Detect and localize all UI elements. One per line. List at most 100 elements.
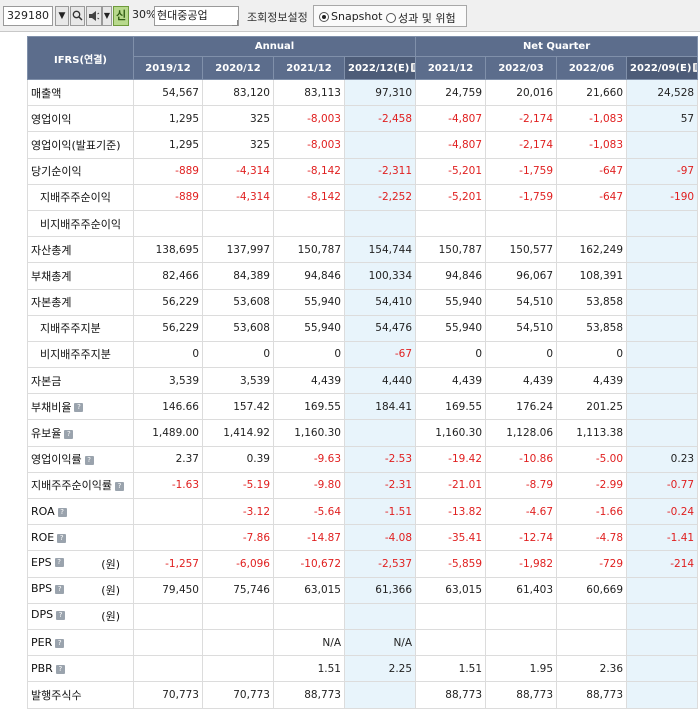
row-label-text: DPS [31, 608, 54, 622]
speaker-button[interactable] [86, 6, 102, 26]
row-label-text: PBR [31, 662, 53, 676]
table-cell: -2,458 [343, 105, 417, 133]
table-cell: 176.24 [485, 393, 558, 421]
annual-group-header: Annual [132, 36, 417, 57]
table-cell: -5,859 [415, 550, 487, 578]
row-label: 지배주주순이익률? [27, 471, 134, 500]
margin-percent: 30% [132, 8, 157, 21]
row-label-text: 매출액 [31, 86, 62, 100]
estimate-info-icon[interactable]: ▤ [693, 63, 697, 72]
table-cell [626, 314, 699, 342]
row-label: PBR? [27, 655, 134, 683]
radio-performance-risk[interactable]: 성과 및 위험 [386, 10, 456, 26]
row-label-text: 유보율 [31, 427, 62, 441]
table-row: 비지배주주지분 0 0 0 -67 0 0 0 [27, 340, 699, 369]
table-cell: 1.51 [415, 655, 487, 683]
column-header-label: 2020/12 [215, 62, 261, 74]
radio-snapshot[interactable]: Snapshot [319, 10, 382, 23]
table-cell: 0 [556, 340, 628, 369]
row-label: 자본총계 [27, 288, 134, 316]
table-cell: 53,608 [202, 288, 274, 316]
table-cell: 3,539 [133, 367, 203, 395]
table-cell: 88,773 [556, 681, 628, 709]
table-cell [343, 602, 417, 630]
new-listing-button[interactable]: 신 [113, 6, 129, 26]
table-cell: 56,229 [133, 288, 203, 316]
table-cell: 94,846 [415, 262, 487, 290]
table-cell: 325 [202, 131, 274, 159]
table-cell: 75,746 [202, 576, 274, 604]
table-cell [556, 602, 628, 630]
table-cell: 94,846 [273, 262, 345, 290]
table-cell: 53,858 [556, 314, 628, 342]
table-cell: 0 [415, 340, 487, 369]
query-settings-label[interactable]: 조회정보설정 [247, 9, 308, 25]
company-name-field[interactable]: 현대중공업 [154, 6, 239, 26]
row-label: DPS? (원) [27, 602, 134, 630]
table-cell [626, 602, 699, 630]
info-icon[interactable]: ? [57, 533, 67, 543]
table-cell: 1.95 [485, 655, 558, 683]
row-label-text: PER [31, 636, 53, 650]
table-cell: -8,003 [273, 105, 345, 133]
table-cell: -2,252 [343, 183, 417, 211]
table-cell: -0.77 [626, 471, 699, 500]
table-cell [556, 209, 628, 238]
table-cell [626, 262, 699, 290]
info-icon[interactable]: ? [74, 403, 84, 413]
search-button[interactable] [70, 6, 85, 26]
table-cell: -12.74 [485, 524, 558, 552]
stock-code-input[interactable]: 329180 [3, 6, 53, 26]
quarter-group-header: Net Quarter [415, 36, 699, 57]
row-label-text: 영업이익 [31, 112, 72, 126]
row-label-text: EPS [31, 555, 52, 569]
table-cell: 82,466 [133, 262, 203, 290]
info-icon[interactable]: ? [84, 455, 94, 465]
row-label: 부채총계 [27, 262, 134, 290]
info-icon[interactable]: ? [55, 638, 65, 648]
row-label: 자본금 [27, 367, 134, 395]
info-icon[interactable]: ? [54, 558, 64, 568]
table-cell: -1,982 [485, 550, 558, 578]
table-row: BPS? (원) 79,450 75,746 63,015 61,366 63,015 61,… [27, 576, 699, 604]
table-cell: -5,201 [415, 183, 487, 211]
table-cell: N/A [273, 628, 345, 657]
column-header: 2022/06 [556, 56, 628, 80]
info-icon[interactable]: ? [55, 584, 65, 594]
table-cell: 157.42 [202, 393, 274, 421]
stock-dropdown-button[interactable]: ▼ [55, 6, 69, 26]
table-cell [343, 681, 417, 709]
estimate-info-icon[interactable]: ▤ [411, 63, 415, 72]
info-icon[interactable]: ? [114, 481, 124, 491]
table-cell: 150,787 [273, 236, 345, 264]
table-cell [273, 602, 345, 630]
speaker-dropdown-button[interactable]: ▼ [102, 6, 112, 26]
info-icon[interactable]: ? [64, 429, 74, 439]
table-cell: -5.64 [273, 497, 345, 526]
table-row: 영업이익 1,295 325 -8,003 -2,458 -4,807 -2,174 -1,0… [27, 105, 699, 133]
table-cell: -10.86 [485, 445, 558, 473]
table-cell [485, 209, 558, 238]
column-header: 2021/12 [415, 56, 487, 80]
row-unit: (원) [101, 610, 120, 624]
table-cell: -190 [626, 183, 699, 211]
column-header: 2022/09(E)▤ [626, 56, 699, 80]
table-row: 지배주주순이익 -889 -4,314 -8,142 -2,252 -5,201 -1,75… [27, 183, 699, 211]
table-cell [626, 681, 699, 709]
row-label: 유보율? [27, 419, 134, 447]
row-label-text: 당기순이익 [31, 165, 82, 179]
table-cell [343, 209, 417, 238]
column-header-label: 2022/12(E) [348, 62, 410, 74]
info-icon[interactable]: ? [57, 507, 67, 517]
table-cell [133, 655, 203, 683]
table-cell: -6,096 [202, 550, 274, 578]
column-header-label: 2021/12 [427, 62, 474, 74]
table-cell: 100,334 [343, 262, 417, 290]
info-icon[interactable]: ? [55, 664, 65, 674]
radio-unselected-icon [386, 13, 396, 23]
table-cell: -97 [626, 157, 699, 185]
table-cell: 1,295 [133, 131, 203, 159]
info-icon[interactable]: ? [56, 610, 66, 620]
table-cell: -67 [343, 340, 417, 369]
table-cell: 4,439 [415, 367, 487, 395]
